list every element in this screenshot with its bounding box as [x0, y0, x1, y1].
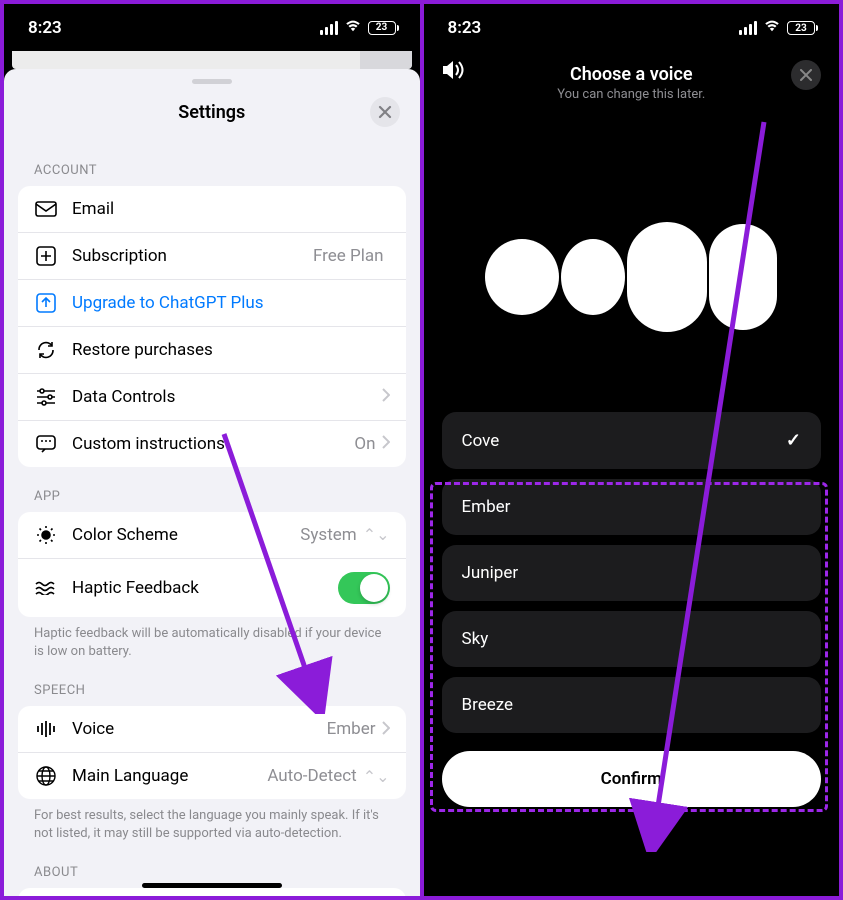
speech-group: Voice Ember Main Language Auto-Detect ⌃⌄: [18, 706, 406, 799]
refresh-icon: [34, 340, 58, 360]
cellular-icon: [739, 21, 757, 35]
close-button[interactable]: [791, 60, 821, 90]
row-label: Restore purchases: [72, 340, 390, 360]
account-group: Email Subscription Free Plan Upgrade to …: [18, 186, 406, 467]
chevron-right-icon: [382, 434, 390, 453]
row-value: Free Plan: [313, 246, 384, 266]
updown-icon: ⌃⌄: [363, 525, 390, 544]
globe-icon: [34, 766, 58, 786]
row-color-scheme[interactable]: Color Scheme System ⌃⌄: [18, 512, 406, 559]
chat-icon: [34, 434, 58, 454]
voice-label: Ember: [462, 497, 511, 517]
row-label: Color Scheme: [72, 525, 300, 545]
chevron-right-icon: [382, 387, 390, 406]
section-label-speech: SPEECH: [4, 661, 420, 706]
wifi-icon: [763, 18, 781, 38]
row-label: Voice: [72, 719, 327, 739]
waves-icon: [34, 578, 58, 598]
status-indicators: 23: [320, 18, 396, 38]
row-label: Haptic Feedback: [72, 578, 338, 598]
close-icon: [378, 105, 392, 119]
row-label: Upgrade to ChatGPT Plus: [72, 293, 390, 313]
email-icon: [34, 199, 58, 219]
row-label: Subscription: [72, 246, 313, 266]
blob: [709, 224, 777, 330]
updown-icon: ⌃⌄: [363, 767, 390, 786]
sun-icon: [34, 525, 58, 545]
voice-visualizer: [424, 102, 840, 412]
voice-list: Cove ✓ Ember Juniper Sky Breeze: [442, 412, 822, 733]
voice-label: Juniper: [462, 563, 519, 583]
haptic-toggle[interactable]: [338, 572, 390, 604]
voice-label: Sky: [462, 629, 489, 649]
battery-icon: 23: [368, 21, 396, 35]
status-bar: 8:23 23: [424, 4, 840, 52]
row-upgrade[interactable]: Upgrade to ChatGPT Plus: [18, 280, 406, 327]
row-language[interactable]: Main Language Auto-Detect ⌃⌄: [18, 753, 406, 799]
section-label-app: APP: [4, 467, 420, 512]
check-icon: ✓: [786, 430, 801, 451]
choose-header: Choose a voice You can change this later…: [424, 52, 840, 102]
voice-icon: [34, 719, 58, 739]
battery-icon: 23: [787, 21, 815, 35]
confirm-button[interactable]: Confirm: [442, 751, 822, 807]
voice-option-breeze[interactable]: Breeze: [442, 677, 822, 733]
plus-square-icon: [34, 246, 58, 266]
speech-footer: For best results, select the language yo…: [4, 799, 420, 843]
page-title: Choose a voice: [424, 64, 840, 85]
row-restore[interactable]: Restore purchases: [18, 327, 406, 374]
status-time: 8:23: [28, 18, 62, 38]
status-indicators: 23: [739, 18, 815, 38]
sliders-icon: [34, 387, 58, 407]
row-value: On: [354, 434, 375, 454]
voice-option-sky[interactable]: Sky: [442, 611, 822, 667]
background-sheet: [12, 51, 412, 69]
row-label: Email: [72, 199, 384, 219]
row-data-controls[interactable]: Data Controls: [18, 374, 406, 421]
row-label: Custom instructions: [72, 434, 354, 454]
voice-option-cove[interactable]: Cove ✓: [442, 412, 822, 469]
page-subtitle: You can change this later.: [424, 87, 840, 102]
section-label-account: ACCOUNT: [4, 141, 420, 186]
home-indicator[interactable]: [142, 883, 282, 888]
cellular-icon: [320, 21, 338, 35]
voice-option-juniper[interactable]: Juniper: [442, 545, 822, 601]
voice-option-ember[interactable]: Ember: [442, 479, 822, 535]
app-group: Color Scheme System ⌃⌄ Haptic Feedback: [18, 512, 406, 617]
blob: [561, 239, 625, 315]
row-email[interactable]: Email: [18, 186, 406, 233]
close-button[interactable]: [370, 97, 400, 127]
row-label: Data Controls: [72, 387, 382, 407]
app-footer: Haptic feedback will be automatically di…: [4, 617, 420, 661]
row-subscription[interactable]: Subscription Free Plan: [18, 233, 406, 280]
upload-icon: [34, 293, 58, 313]
row-value: Auto-Detect: [267, 766, 356, 786]
section-label-about: ABOUT: [4, 843, 420, 888]
settings-header: Settings: [4, 84, 420, 141]
status-time: 8:23: [448, 18, 482, 38]
voice-label: Cove: [462, 431, 500, 451]
wifi-icon: [344, 18, 362, 38]
voice-label: Breeze: [462, 695, 514, 715]
about-group: [18, 888, 406, 896]
page-title: Settings: [178, 102, 245, 123]
row-value: System: [300, 525, 356, 545]
row-value: Ember: [327, 719, 376, 739]
blob: [627, 222, 707, 332]
row-custom-instructions[interactable]: Custom instructions On: [18, 421, 406, 467]
row-label: Main Language: [72, 766, 267, 786]
row-voice[interactable]: Voice Ember: [18, 706, 406, 753]
row-haptic[interactable]: Haptic Feedback: [18, 559, 406, 617]
blob: [485, 239, 559, 315]
chevron-right-icon: [382, 720, 390, 739]
close-icon: [800, 69, 812, 81]
status-bar: 8:23 23: [4, 4, 420, 51]
